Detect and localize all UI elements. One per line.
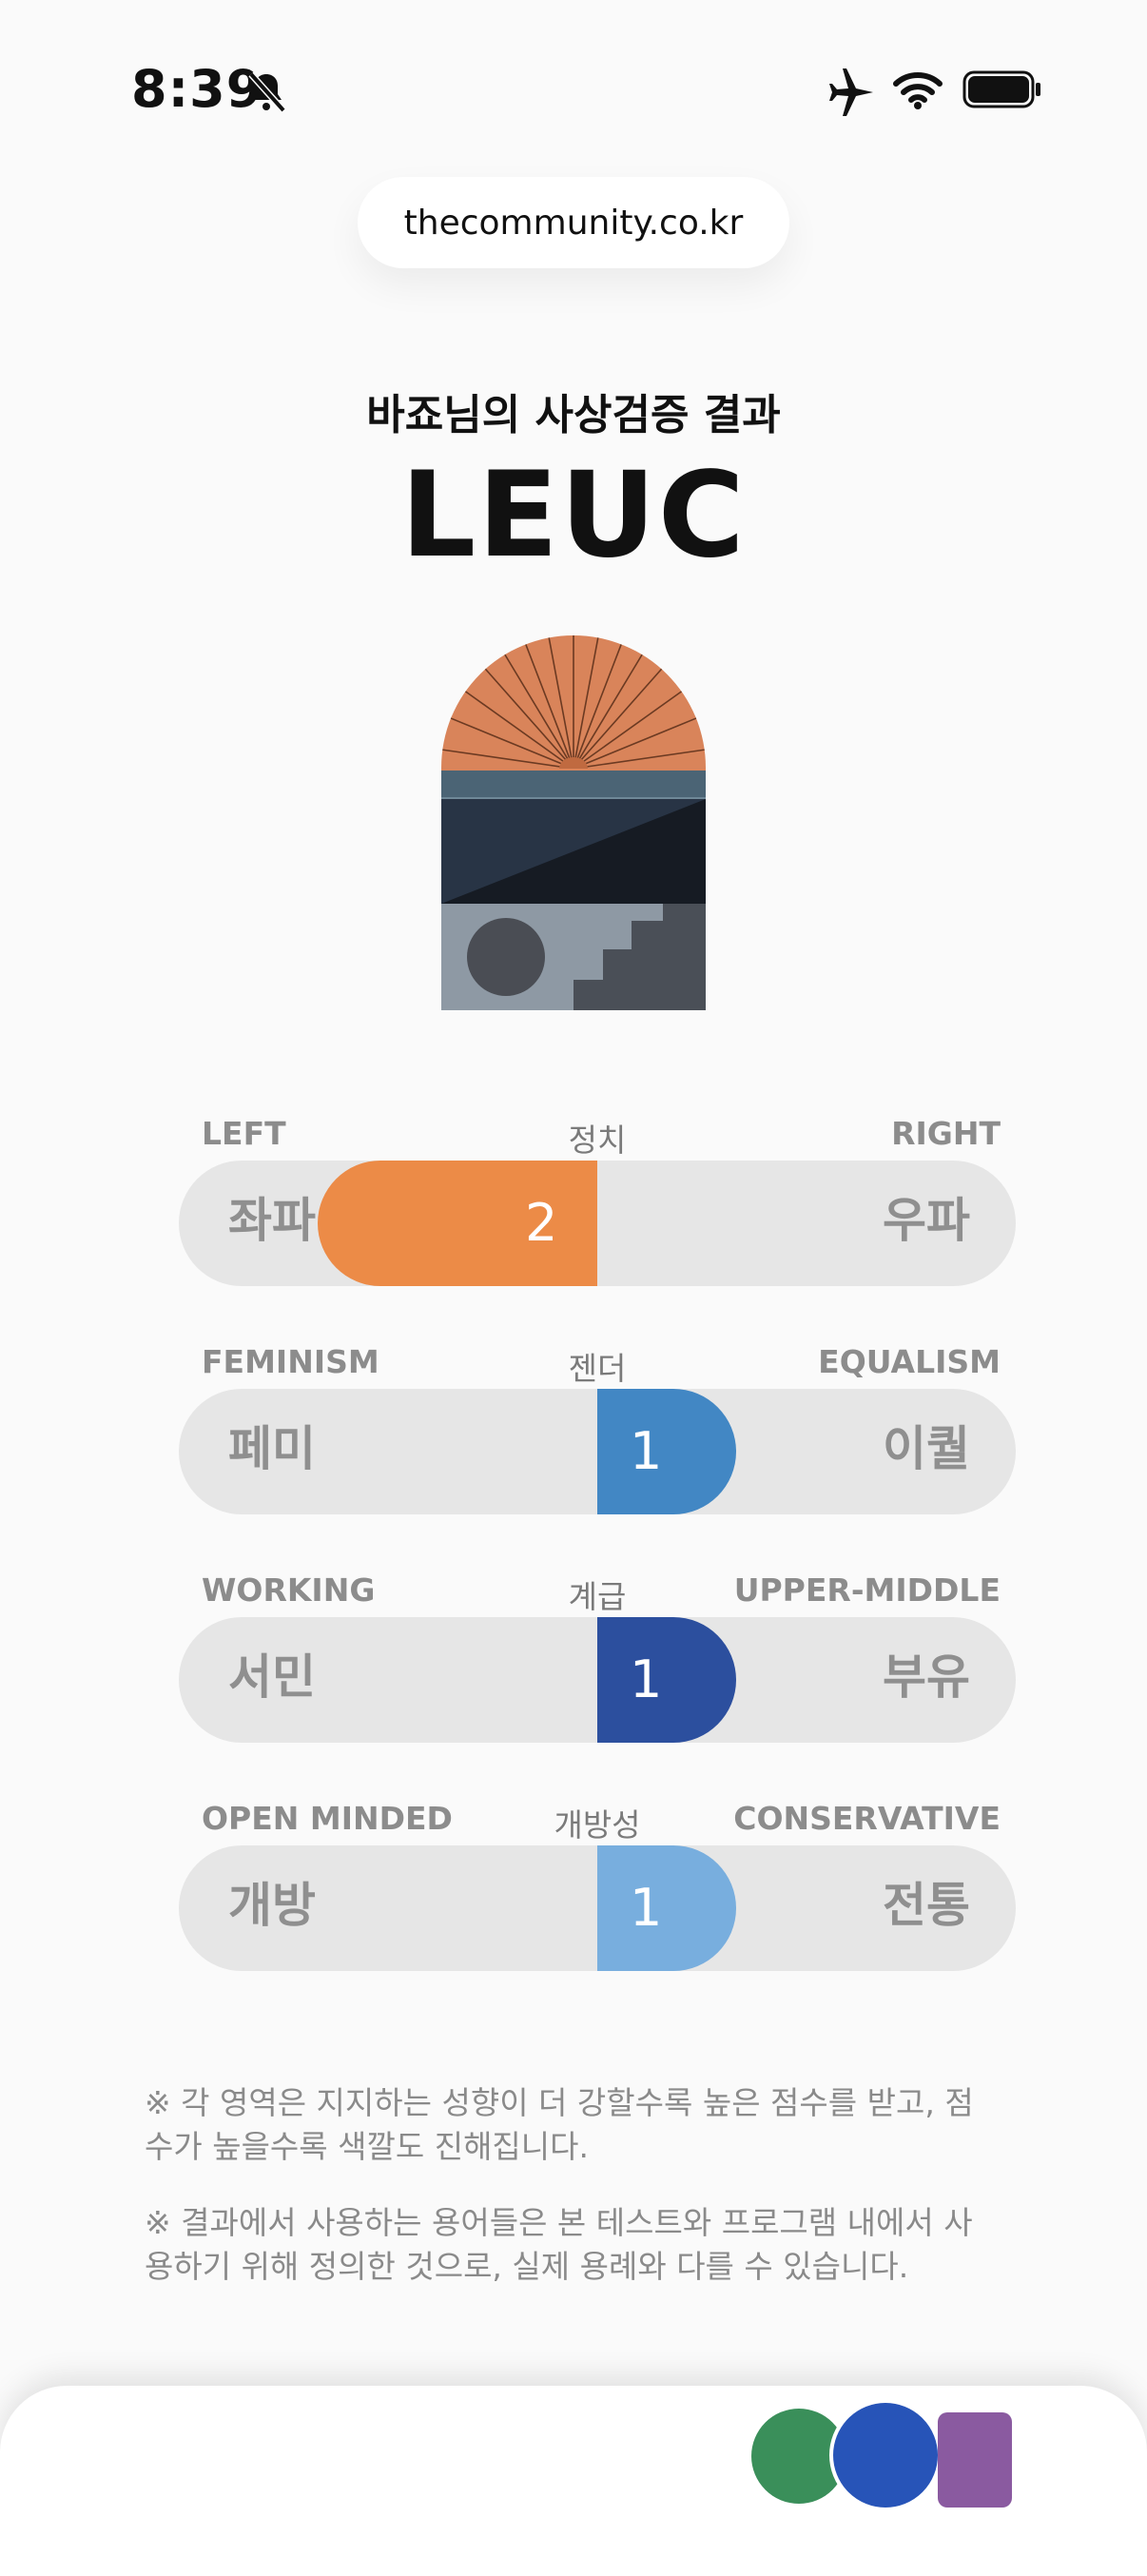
- scale-category: 정치: [568, 1122, 627, 1159]
- scale-track: 좌파 우파 2: [179, 1161, 1016, 1286]
- url-bar[interactable]: thecommunity.co.kr: [358, 177, 789, 268]
- scale-track: 페미 이퀄 1: [179, 1389, 1016, 1514]
- scale-score: 1: [630, 1649, 663, 1709]
- scale-right-text: 우파: [883, 1193, 970, 1248]
- avatar: [938, 2412, 1012, 2508]
- scale-class: WORKING 계급 UPPER-MIDDLE 서민 부유 1: [179, 1571, 1016, 1800]
- avatar: [829, 2399, 942, 2511]
- scale-politics: LEFT 정치 RIGHT 좌파 우파 2: [179, 1115, 1016, 1343]
- scale-track: 서민 부유 1: [179, 1617, 1016, 1743]
- scale-fill: [597, 1617, 736, 1743]
- scale-openness: OPEN MINDED 개방성 CONSERVATIVE 개방 전통 1: [179, 1800, 1016, 2028]
- battery-icon: [962, 70, 1040, 108]
- wifi-icon: [893, 72, 943, 109]
- result-illustration: [441, 635, 706, 1010]
- scale-right-label: CONSERVATIVE: [733, 1800, 1001, 1837]
- scale-left-text: 개방: [228, 1878, 316, 1933]
- result-subtitle: 바죠님의 사상검증 결과: [366, 391, 781, 439]
- scale-fill: [597, 1389, 736, 1514]
- scale-score: 1: [630, 1878, 663, 1938]
- scale-right-label: EQUALISM: [818, 1343, 1001, 1380]
- scale-track: 개방 전통 1: [179, 1845, 1016, 1971]
- bottom-card[interactable]: [0, 2386, 1147, 2576]
- bell-slash-icon: [248, 71, 286, 113]
- scale-right-text: 이퀄: [883, 1421, 970, 1476]
- note-scoring: ※ 각 영역은 지지하는 성향이 더 강할수록 높은 점수를 받고, 점수가 높…: [145, 2084, 974, 2165]
- scale-left-text: 페미: [228, 1421, 316, 1476]
- airplane-icon: [829, 68, 873, 116]
- scale-right-label: UPPER-MIDDLE: [733, 1571, 1001, 1609]
- scale-right-label: RIGHT: [891, 1115, 1001, 1152]
- scale-right-text: 부유: [883, 1649, 970, 1705]
- scale-score: 1: [630, 1421, 663, 1481]
- scale-left-text: 서민: [228, 1649, 316, 1705]
- scale-score: 2: [525, 1193, 558, 1253]
- url-text: thecommunity.co.kr: [403, 203, 744, 243]
- note-terms: ※ 결과에서 사용하는 용어들은 본 테스트와 프로그램 내에서 사용하기 위해…: [145, 2204, 973, 2285]
- scale-left-text: 좌파: [228, 1193, 316, 1248]
- scale-gender: FEMINISM 젠더 EQUALISM 페미 이퀄 1: [179, 1343, 1016, 1571]
- result-code: LEUC: [400, 447, 747, 584]
- scale-fill: [597, 1845, 736, 1971]
- scale-right-text: 전통: [883, 1878, 970, 1933]
